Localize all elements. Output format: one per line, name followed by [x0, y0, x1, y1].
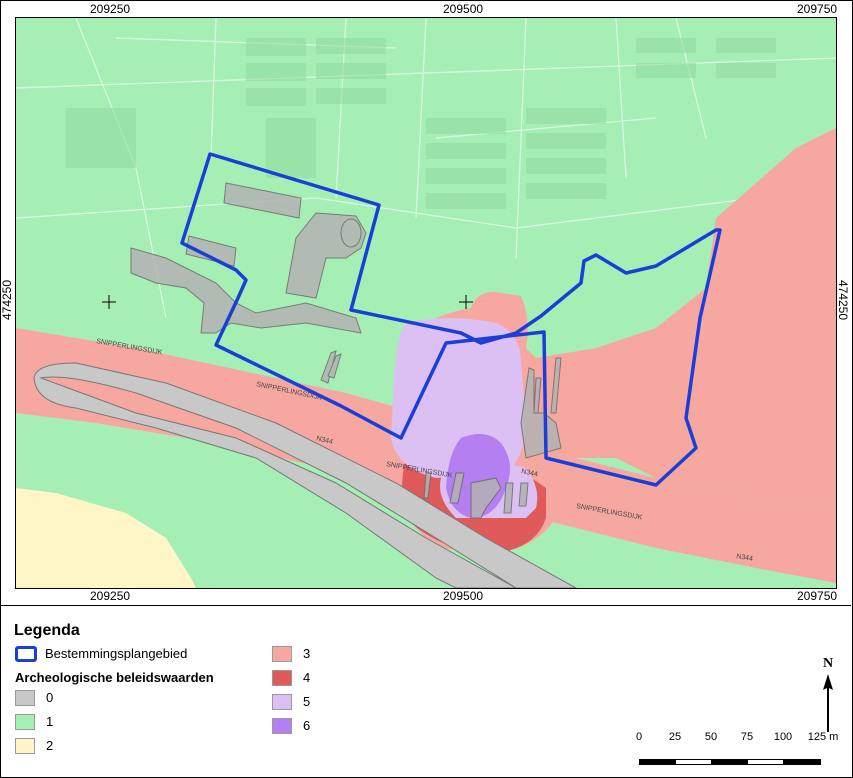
- legend-swatch-4: [272, 670, 292, 686]
- legend-swatch-0: [15, 690, 35, 706]
- legend-label-1: 1: [46, 714, 54, 729]
- scale-segment: [711, 759, 748, 765]
- legend-label-6: 6: [303, 718, 311, 733]
- coord-bottom-left: 209250: [90, 589, 131, 603]
- coord-bottom-right: 209750: [797, 589, 838, 603]
- coord-top-mid: 209500: [443, 2, 484, 16]
- scale-segment: [747, 759, 784, 765]
- scale-segment: [639, 759, 676, 765]
- legend-panel: Legenda: [0, 605, 851, 777]
- legend-swatch-2: [15, 738, 35, 754]
- legend-label-3: 3: [303, 646, 311, 661]
- legend-label-boundary: Bestemmingsplangebied: [45, 646, 188, 661]
- legend-label-4: 4: [303, 670, 311, 685]
- north-label: N: [823, 656, 833, 671]
- legend-swatch-boundary: [15, 646, 37, 662]
- scale-label-75: 75: [740, 731, 754, 743]
- coord-top-right: 209750: [797, 2, 838, 16]
- scale-label-0: 0: [635, 731, 643, 743]
- legend-values-header: Archeologische beleidswaarden: [15, 670, 214, 685]
- legend-swatch-1: [15, 714, 35, 730]
- coord-top-left: 209250: [90, 2, 131, 16]
- map-canvas[interactable]: SNIPPERLINGSDIJK SNIPPERLINGSDIJK SNIPPE…: [15, 17, 837, 589]
- north-arrow-icon: N: [818, 654, 838, 734]
- scale-segment: [675, 759, 712, 765]
- legend-swatch-6: [272, 718, 292, 734]
- legend-title: Legenda: [14, 622, 80, 639]
- coord-right-mid: 474250: [836, 279, 851, 321]
- scale-segment: [783, 759, 821, 765]
- scale-label-50: 50: [704, 731, 718, 743]
- coord-left-mid: 474250: [0, 279, 15, 321]
- legend-swatch-5: [272, 694, 292, 710]
- legend-label-2: 2: [46, 738, 54, 753]
- scale-label-25: 25: [668, 731, 682, 743]
- map-svg: SNIPPERLINGSDIJK SNIPPERLINGSDIJK SNIPPE…: [16, 18, 836, 588]
- legend-label-5: 5: [303, 694, 311, 709]
- scale-label-100: 100: [773, 731, 793, 743]
- coord-bottom-mid: 209500: [443, 589, 484, 603]
- legend-label-0: 0: [46, 690, 54, 705]
- legend-swatch-3: [272, 646, 292, 662]
